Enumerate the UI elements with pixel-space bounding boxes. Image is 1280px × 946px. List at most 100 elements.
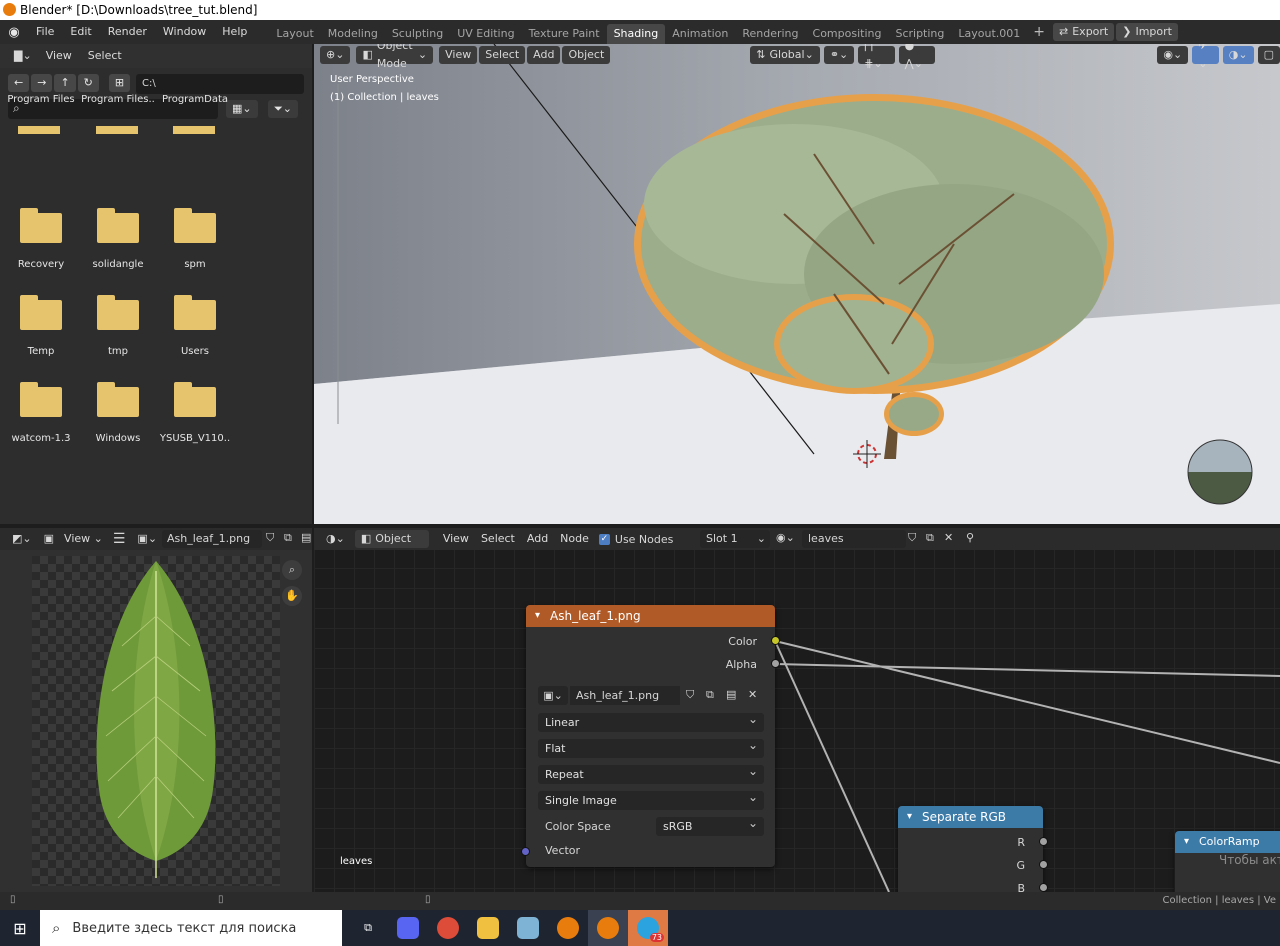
use-nodes-checkbox[interactable]: ✓ [598, 533, 610, 545]
editor-type-folder-icon[interactable]: ▇⌄ [8, 47, 38, 65]
pivot-icon[interactable]: ⚭⌄ [823, 46, 855, 64]
pin-icon[interactable]: ⚲ [966, 531, 974, 544]
image-browse-icon[interactable]: ▣⌄ [538, 686, 568, 705]
folder-item[interactable]: ProgramData [156, 94, 234, 105]
proportional-edit-icon[interactable]: ● ⋀⌄ [898, 44, 936, 70]
folder-item[interactable]: Users [156, 295, 234, 357]
blender-icon[interactable] [548, 910, 588, 946]
fb-menu-select[interactable]: Select [80, 44, 130, 68]
pan-hand-icon[interactable]: ✋ [282, 586, 302, 606]
zoom-magnifier-icon[interactable]: ⌕ [282, 560, 302, 580]
editor-type-3d-icon[interactable]: ⊕⌄ [320, 46, 351, 64]
refresh-icon[interactable]: ↻ [77, 74, 99, 92]
colorspace-dropdown[interactable]: sRGB [656, 814, 764, 836]
path-input[interactable]: C:\ [136, 74, 304, 94]
task-view-icon[interactable]: ⧉ [348, 910, 388, 946]
import-button[interactable]: ❯ Import [1116, 23, 1178, 41]
back-arrow-icon[interactable]: ← [8, 74, 30, 92]
snap-magnet-icon[interactable]: ⋂ ⋕⌄ [858, 44, 895, 70]
vp-menu-add[interactable]: Add [527, 46, 561, 64]
forward-arrow-icon[interactable]: → [31, 74, 53, 92]
open-folder-icon[interactable]: ▤ [726, 688, 736, 701]
file-explorer-icon[interactable] [468, 910, 508, 946]
shader-type-dropdown[interactable]: ◧ Object [354, 530, 429, 548]
tab-texture-paint[interactable]: Texture Paint [522, 24, 607, 44]
3d-viewport[interactable]: ⊕⌄ ◧ Object Mode ⌄ View Select Add Objec… [314, 44, 1280, 524]
duplicate-icon[interactable]: ⧉ [284, 531, 292, 545]
xray-icon[interactable]: ▢ [1257, 46, 1280, 64]
tab-layout-001[interactable]: Layout.001 [951, 24, 1027, 44]
close-x-icon[interactable]: ✕ [944, 531, 953, 544]
export-button[interactable]: ⇄ Export [1053, 23, 1115, 41]
tab-shading[interactable]: Shading [606, 24, 666, 44]
folder-item[interactable]: Program Files [2, 94, 80, 105]
duplicate-icon[interactable]: ⧉ [926, 531, 934, 545]
tab-animation[interactable]: Animation [665, 24, 735, 44]
image-canvas[interactable] [32, 556, 280, 886]
fake-user-shield-icon[interactable]: ⛉ [266, 531, 274, 545]
windows-start-icon[interactable]: ⊞ [0, 910, 40, 946]
fake-user-shield-icon[interactable]: ⛉ [908, 531, 916, 545]
add-workspace-button[interactable]: + [1027, 24, 1051, 40]
folder-item[interactable]: Windows [79, 382, 157, 444]
menu-help[interactable]: Help [214, 20, 255, 44]
projection-dropdown[interactable]: Flat [538, 736, 764, 758]
material-name-field[interactable]: leaves [802, 530, 906, 548]
transform-orientation-dropdown[interactable]: ⇅ Global ⌄ [750, 46, 820, 64]
tab-uv-editing[interactable]: UV Editing [450, 24, 521, 44]
telegram-icon[interactable]: 73 [628, 910, 668, 946]
image-texture-node[interactable]: Ash_leaf_1.png Color Alpha ▣⌄ Ash_leaf_1… [521, 605, 780, 867]
blender-active-icon[interactable] [588, 910, 628, 946]
open-image-icon[interactable]: ▤ [301, 531, 311, 544]
fb-menu-view[interactable]: View [38, 44, 80, 68]
colorramp-node[interactable]: ColorRamp Чтобы акт [1175, 831, 1280, 892]
vp-menu-select[interactable]: Select [479, 46, 526, 64]
folder-item[interactable]: spm [156, 208, 234, 270]
ne-menu-select[interactable]: Select [475, 528, 521, 551]
shader-node-editor[interactable]: ◑⌄ ◧ Object View Select Add Node ✓ Use N… [314, 528, 1280, 892]
tab-layout[interactable]: Layout [269, 24, 320, 44]
folder-item[interactable]: YSUSB_V110.. [156, 382, 234, 444]
taskbar-search-box[interactable]: ⌕ Введите здесь текст для поиска [40, 910, 342, 946]
source-dropdown[interactable]: Single Image [538, 788, 764, 810]
folder-item[interactable]: tmp [79, 295, 157, 357]
filter-funnel-icon[interactable]: ⏷⌄ [268, 100, 299, 118]
chrome-icon[interactable] [428, 910, 468, 946]
tab-sculpting[interactable]: Sculpting [385, 24, 450, 44]
parent-dir-icon[interactable]: ↑ [54, 74, 76, 92]
editor-type-node-icon[interactable]: ◑⌄ [320, 530, 351, 548]
vp-menu-view[interactable]: View [439, 46, 478, 64]
folder-item[interactable]: Temp [2, 295, 80, 357]
ie-menu-view[interactable]: View ⌄ [60, 527, 107, 551]
menu-window[interactable]: Window [155, 20, 214, 44]
tab-compositing[interactable]: Compositing [806, 24, 889, 44]
vector-input-socket[interactable] [521, 847, 530, 856]
tab-rendering[interactable]: Rendering [735, 24, 805, 44]
node-image-name-field[interactable]: Ash_leaf_1.png [570, 686, 680, 705]
tab-scripting[interactable]: Scripting [888, 24, 951, 44]
slot-dropdown[interactable]: Slot 1 ⌄ [700, 530, 770, 548]
g-output-socket[interactable] [1039, 860, 1048, 869]
menu-edit[interactable]: Edit [62, 20, 99, 44]
discord-icon[interactable] [388, 910, 428, 946]
gizmo-icon[interactable]: ✈⌄ [1192, 44, 1219, 70]
view-mode-icon[interactable]: ▣ [38, 530, 60, 548]
editor-type-image-icon[interactable]: ◩⌄ [6, 530, 38, 548]
alpha-output-socket[interactable] [771, 659, 780, 668]
notepad-icon[interactable] [508, 910, 548, 946]
blender-menu-icon[interactable]: ◉ [0, 25, 28, 40]
mode-dropdown[interactable]: ◧ Object Mode ⌄ [356, 44, 434, 70]
visibility-eye-icon[interactable]: ◉⌄ [1157, 46, 1189, 64]
b-output-socket[interactable] [1039, 883, 1048, 892]
menu-file[interactable]: File [28, 20, 62, 44]
menu-render[interactable]: Render [100, 20, 155, 44]
separate-rgb-node[interactable]: Separate RGB R G B [898, 806, 1048, 892]
vp-menu-object[interactable]: Object [562, 46, 611, 64]
image-name-field[interactable]: Ash_leaf_1.png [162, 530, 262, 548]
folder-item[interactable]: watcom-1.3 [2, 382, 80, 444]
new-folder-icon[interactable]: ⊞ [108, 74, 131, 92]
material-browse-icon[interactable]: ◉⌄ [776, 531, 795, 544]
interpolation-dropdown[interactable]: Linear [538, 710, 764, 732]
color-output-socket[interactable] [771, 636, 780, 645]
duplicate-icon[interactable]: ⧉ [706, 688, 714, 702]
